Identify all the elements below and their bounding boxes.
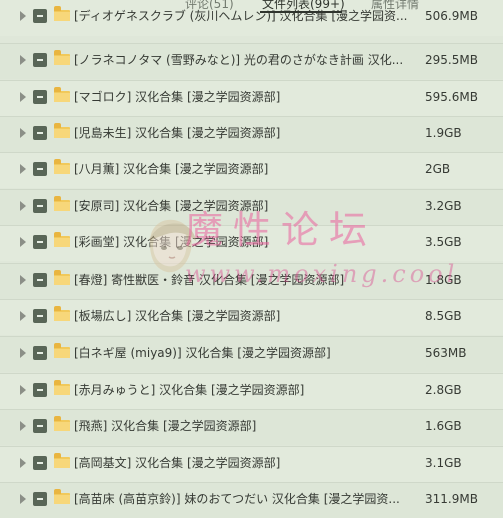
file-row[interactable]: [春燈] 寄性獣医・鈴音 汉化合集 [漫之学园资源部] 1.8GB [0, 263, 503, 299]
file-size: 1.9GB [425, 126, 462, 140]
partial-checkbox[interactable] [33, 383, 47, 397]
file-name: [高苗床 (高苗京鈴)] 妹のおてつだい 汉化合集 [漫之学园资... [74, 492, 400, 506]
folder-icon [54, 380, 70, 395]
expand-arrow-icon[interactable] [20, 348, 26, 358]
file-row[interactable]: [飛燕] 汉化合集 [漫之学园资源部] 1.6GB [0, 409, 503, 445]
folder-icon [54, 453, 70, 468]
file-name: [八月薫] 汉化合集 [漫之学园资源部] [74, 162, 269, 176]
file-row[interactable]: [安原司] 汉化合集 [漫之学园资源部] 3.2GB [0, 189, 503, 225]
file-size: 3.2GB [425, 199, 462, 213]
file-size: 8.5GB [425, 309, 462, 323]
file-size: 1.8GB [425, 273, 462, 287]
folder-icon [54, 159, 70, 174]
expand-arrow-icon[interactable] [20, 237, 26, 247]
partial-checkbox[interactable] [33, 273, 47, 287]
expand-arrow-icon[interactable] [20, 275, 26, 285]
file-row[interactable]: [高苗床 (高苗京鈴)] 妹のおてつだい 汉化合集 [漫之学园资... 311.… [0, 482, 503, 518]
file-size: 3.1GB [425, 456, 462, 470]
file-row[interactable]: [児島未生] 汉化合集 [漫之学园资源部] 1.9GB [0, 116, 503, 152]
file-name: [赤月みゅうと] 汉化合集 [漫之学园资源部] [74, 383, 305, 397]
folder-icon [54, 196, 70, 211]
file-row[interactable]: [ノラネコノタマ (雪野みなと)] 光の君のさがなき計画 汉化... 295.5… [0, 43, 503, 79]
expand-arrow-icon[interactable] [20, 201, 26, 211]
file-row[interactable]: [高岡基文] 汉化合集 [漫之学园资源部] 3.1GB [0, 446, 503, 482]
folder-icon [54, 306, 70, 321]
file-row[interactable]: [板場広し] 汉化合集 [漫之学园资源部] 8.5GB [0, 299, 503, 335]
folder-icon [54, 343, 70, 358]
file-name: [マゴロク] 汉化合集 [漫之学园资源部] [74, 90, 281, 104]
expand-arrow-icon[interactable] [20, 385, 26, 395]
file-size: 295.5MB [425, 53, 478, 67]
file-size: 563MB [425, 346, 467, 360]
partial-checkbox[interactable] [33, 492, 47, 506]
partial-checkbox[interactable] [33, 199, 47, 213]
file-list: [ディオゲネスクラブ (灰川ヘムレン)] 汉化合集 [漫之学园资... 506.… [0, 0, 503, 518]
partial-checkbox[interactable] [33, 126, 47, 140]
active-tab-indicator [260, 11, 342, 13]
folder-icon [54, 50, 70, 65]
partial-checkbox[interactable] [33, 309, 47, 323]
folder-icon [54, 489, 70, 504]
partial-checkbox[interactable] [33, 90, 47, 104]
expand-arrow-icon[interactable] [20, 494, 26, 504]
expand-arrow-icon[interactable] [20, 311, 26, 321]
file-size: 311.9MB [425, 492, 478, 506]
expand-arrow-icon[interactable] [20, 458, 26, 468]
partial-checkbox[interactable] [33, 346, 47, 360]
folder-icon [54, 416, 70, 431]
file-name: [白ネギ屋 (miya9)] 汉化合集 [漫之学园资源部] [74, 346, 331, 360]
file-name: [板場広し] 汉化合集 [漫之学园资源部] [74, 309, 281, 323]
file-name: [春燈] 寄性獣医・鈴音 汉化合集 [漫之学园资源部] [74, 273, 345, 287]
expand-arrow-icon[interactable] [20, 128, 26, 138]
expand-arrow-icon[interactable] [20, 11, 26, 21]
tab-bar: 评论(51) 文件列表(99+) 属性详情 [0, 0, 503, 13]
file-name: [ノラネコノタマ (雪野みなと)] 光の君のさがなき計画 汉化... [74, 53, 404, 67]
folder-icon [54, 232, 70, 247]
file-row[interactable]: [マゴロク] 汉化合集 [漫之学园资源部] 595.6MB [0, 80, 503, 116]
folder-icon [54, 87, 70, 102]
folder-icon [54, 270, 70, 285]
partial-checkbox[interactable] [33, 162, 47, 176]
expand-arrow-icon[interactable] [20, 55, 26, 65]
file-name: [彩画堂] 汉化合集 [漫之学园资源部] [74, 235, 269, 249]
partial-checkbox[interactable] [33, 235, 47, 249]
expand-arrow-icon[interactable] [20, 92, 26, 102]
tab-properties[interactable]: 属性详情 [371, 0, 419, 12]
partial-checkbox[interactable] [33, 419, 47, 433]
file-size: 595.6MB [425, 90, 478, 104]
expand-arrow-icon[interactable] [20, 421, 26, 431]
file-name: [児島未生] 汉化合集 [漫之学园资源部] [74, 126, 281, 140]
tab-comments[interactable]: 评论(51) [185, 0, 234, 12]
file-size: 2.8GB [425, 383, 462, 397]
file-row[interactable]: [白ネギ屋 (miya9)] 汉化合集 [漫之学园资源部] 563MB [0, 336, 503, 372]
file-size: 1.6GB [425, 419, 462, 433]
file-name: [安原司] 汉化合集 [漫之学园资源部] [74, 199, 269, 213]
file-name: [高岡基文] 汉化合集 [漫之学园资源部] [74, 456, 281, 470]
file-size: 3.5GB [425, 235, 462, 249]
file-row[interactable]: [八月薫] 汉化合集 [漫之学园资源部] 2GB [0, 152, 503, 188]
file-name: [飛燕] 汉化合集 [漫之学园资源部] [74, 419, 257, 433]
folder-icon [54, 123, 70, 138]
expand-arrow-icon[interactable] [20, 164, 26, 174]
file-size: 2GB [425, 162, 451, 176]
file-row[interactable]: [彩画堂] 汉化合集 [漫之学园资源部] 3.5GB [0, 225, 503, 261]
partial-checkbox[interactable] [33, 456, 47, 470]
file-row[interactable]: [赤月みゅうと] 汉化合集 [漫之学园资源部] 2.8GB [0, 373, 503, 409]
partial-checkbox[interactable] [33, 53, 47, 67]
